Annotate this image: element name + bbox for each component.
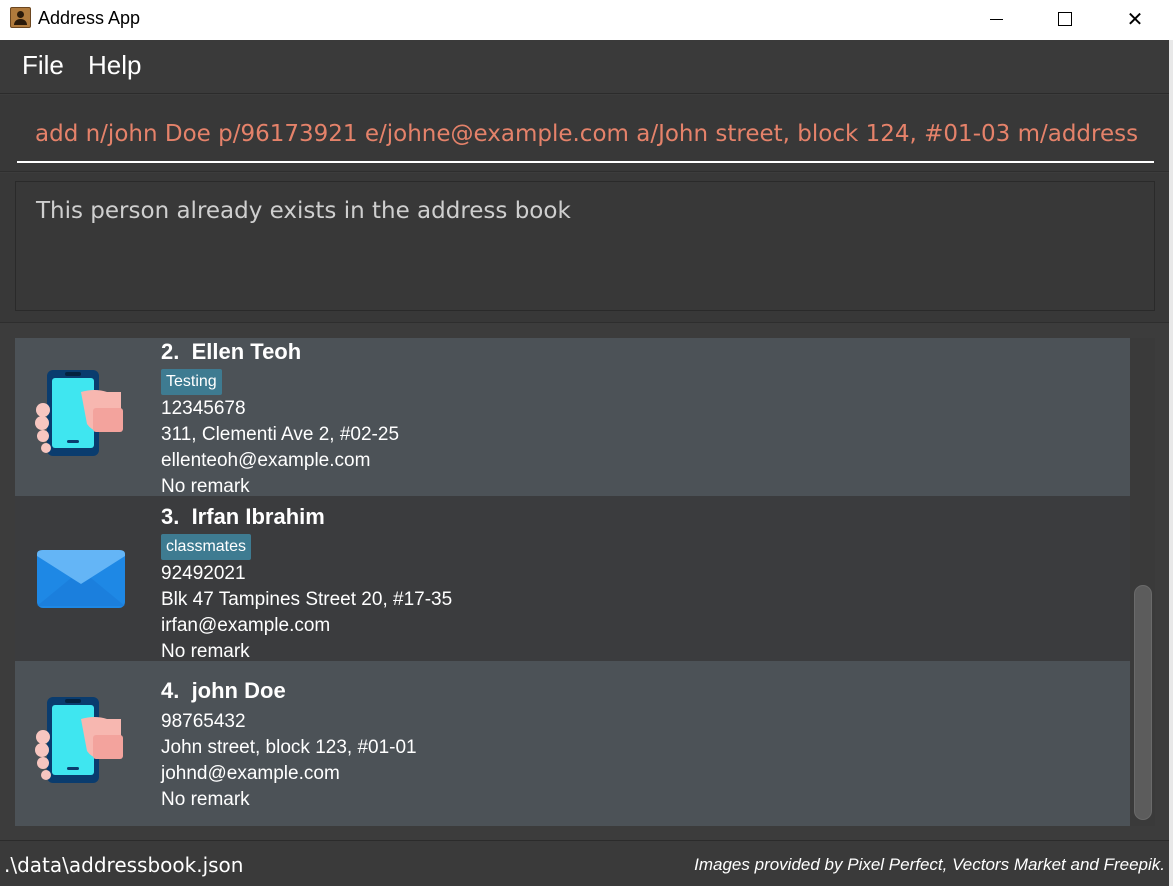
person-name: 2. Ellen Teoh: [161, 339, 302, 364]
window-titlebar: Address App ✕: [0, 0, 1173, 40]
menu-help[interactable]: Help: [88, 50, 141, 81]
person-phone: 98765432: [161, 711, 246, 732]
command-input[interactable]: [17, 107, 1154, 163]
menu-file[interactable]: File: [22, 50, 64, 81]
person-name: 4. john Doe: [161, 678, 286, 703]
phone-in-hand-icon: [35, 697, 123, 783]
person-phone: 12345678: [161, 398, 246, 419]
person-name: 3. Irfan Ibrahim: [161, 504, 325, 529]
window-title: Address App: [38, 8, 141, 28]
person-card[interactable]: 2. Ellen Teoh Testing 12345678 311, Clem…: [15, 338, 1130, 497]
save-location: .\data\addressbook.json: [4, 853, 244, 877]
scrollbar-thumb[interactable]: [1134, 585, 1152, 820]
result-panel: This person already exists in the addres…: [0, 173, 1169, 323]
close-button[interactable]: ✕: [1100, 0, 1170, 38]
result-display[interactable]: This person already exists in the addres…: [15, 181, 1155, 311]
person-card[interactable]: 4. john Doe 98765432 John street, block …: [15, 661, 1130, 826]
person-address: Blk 47 Tampines Street 20, #17-35: [161, 589, 453, 610]
status-bar: .\data\addressbook.json Images provided …: [0, 840, 1169, 886]
maximize-icon: [1058, 12, 1072, 26]
phone-in-hand-icon: [35, 370, 123, 456]
minimize-icon: [989, 18, 1003, 20]
person-card[interactable]: 3. Irfan Ibrahim classmates 92492021 Blk…: [15, 496, 1130, 662]
close-icon: ✕: [1126, 7, 1144, 31]
address-book-icon: [10, 7, 31, 28]
menu-bar: File Help: [0, 40, 1169, 94]
envelope-icon: [37, 550, 125, 608]
person-list-panel: 2. Ellen Teoh Testing 12345678 311, Clem…: [0, 324, 1169, 840]
image-credits: Images provided by Pixel Perfect, Vector…: [694, 855, 1165, 874]
command-box: [0, 95, 1169, 172]
minimize-button[interactable]: [961, 0, 1031, 38]
person-address: 311, Clementi Ave 2, #02-25: [161, 424, 400, 445]
person-tag: Testing: [161, 369, 222, 395]
person-list[interactable]: 2. Ellen Teoh Testing 12345678 311, Clem…: [15, 338, 1155, 826]
person-remark: No remark: [161, 476, 250, 497]
person-phone: 92492021: [161, 563, 246, 584]
person-remark: No remark: [161, 789, 250, 810]
person-address: John street, block 123, #01-01: [161, 737, 417, 758]
person-email: ellenteoh@example.com: [161, 450, 371, 471]
person-email: johnd@example.com: [161, 763, 340, 784]
maximize-button[interactable]: [1030, 0, 1100, 38]
person-remark: No remark: [161, 641, 250, 662]
background-window-edge: [1169, 40, 1173, 886]
person-email: irfan@example.com: [161, 615, 331, 636]
person-tag: classmates: [161, 534, 252, 560]
app-body: File Help This person already exists in …: [0, 40, 1169, 886]
result-message: This person already exists in the addres…: [36, 198, 571, 224]
